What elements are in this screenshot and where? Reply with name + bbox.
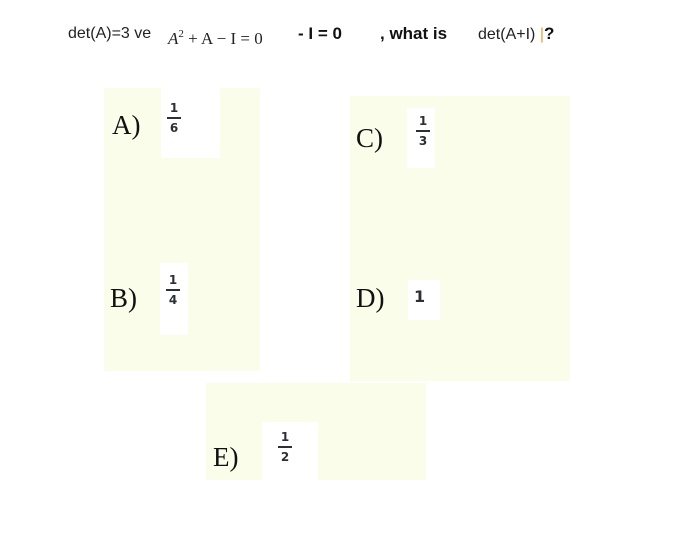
question-target: det(A+I) |? (478, 22, 554, 47)
denominator: 6 (169, 121, 179, 135)
option-b-fraction: 1 4 (165, 273, 181, 307)
target-expression: det(A+I) (478, 26, 536, 43)
option-e-letter: E) (213, 442, 239, 472)
fraction-bar (416, 130, 430, 132)
question-equation: A2 + A − I = 0 (168, 22, 263, 51)
option-e-fraction: 1 2 (277, 430, 293, 464)
fraction-bar (167, 117, 181, 119)
option-a-letter: A) (112, 110, 141, 140)
fraction-bar (278, 446, 292, 448)
numerator: 1 (418, 114, 428, 128)
eq-rest: + A − I = 0 (183, 29, 263, 48)
denominator: 2 (280, 450, 290, 464)
numerator: 1 (169, 101, 179, 115)
fraction-bar (166, 289, 180, 291)
option-b-letter: B) (110, 283, 137, 313)
option-d-value: 1 (414, 287, 426, 306)
question-given: det(A)=3 ve (68, 25, 152, 42)
eq-base: A (168, 29, 179, 48)
denominator: 4 (168, 293, 178, 307)
question-ask: , what is (380, 24, 448, 43)
options-panel-right (350, 96, 570, 381)
question-equation-plain: - I = 0 (298, 24, 342, 43)
option-c-fraction: 1 3 (415, 114, 431, 148)
numerator: 1 (280, 430, 290, 444)
numerator: 1 (168, 273, 178, 287)
question-mark: ? (543, 24, 555, 43)
denominator: 3 (418, 134, 428, 148)
option-d-letter: D) (356, 283, 385, 313)
option-a-fraction: 1 6 (166, 101, 182, 135)
option-c-letter: C) (356, 123, 383, 153)
